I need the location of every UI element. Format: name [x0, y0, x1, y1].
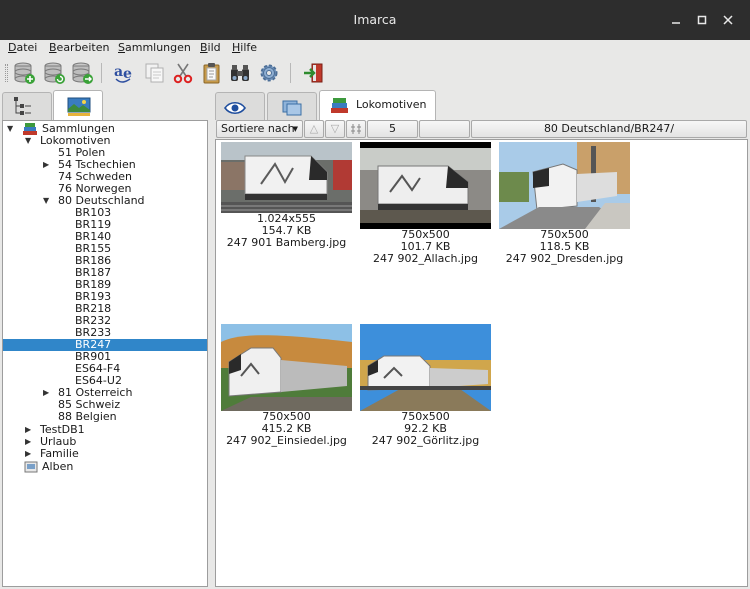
- collapsed-arrow-icon[interactable]: ▶: [43, 387, 49, 399]
- menu-bar: Datei Bearbeiten Sammlungen Bild Hilfe: [0, 40, 750, 58]
- expanded-arrow-icon[interactable]: ▼: [43, 195, 49, 207]
- collection-tree[interactable]: ▼ Sammlungen ▼ Lokomotiven 51 Polen ▶ 54…: [2, 120, 208, 587]
- books-icon: [331, 98, 348, 113]
- tab-files[interactable]: [267, 92, 317, 120]
- menu-hilfe[interactable]: Hilfe: [232, 41, 257, 54]
- thumbnail-item[interactable]: 750x500 415.2 KB 247 902_Einsiedel.jpg: [221, 324, 352, 447]
- up-triangle-icon: △: [309, 122, 319, 135]
- locomotive-photo-goerlitz[interactable]: [360, 324, 491, 411]
- toolbar-grip[interactable]: [5, 64, 8, 82]
- tree-node-testdb1[interactable]: ▶ TestDB1: [3, 424, 207, 436]
- image-filename: 247 902_Görlitz.jpg: [371, 434, 480, 447]
- album-view-icon: [67, 97, 91, 116]
- tree-node-familie[interactable]: ▶ Familie: [3, 448, 207, 460]
- title-bar: Imarca: [0, 0, 750, 40]
- album-icon: [24, 461, 38, 473]
- sort-dropdown[interactable]: Sortiere nach ▼: [216, 120, 303, 138]
- close-icon[interactable]: [720, 12, 736, 28]
- tab-lokomotiven-label: Lokomotiven: [356, 98, 427, 111]
- expanded-arrow-icon[interactable]: ▼: [25, 135, 31, 147]
- books-icon: [23, 123, 37, 135]
- eye-icon: [224, 101, 246, 115]
- settings-gear-icon[interactable]: [257, 61, 281, 85]
- image-filename: 247 902_Einsiedel.jpg: [226, 434, 347, 447]
- menu-bearbeiten[interactable]: Bearbeiten: [49, 41, 109, 54]
- svg-text:a: a: [114, 64, 123, 80]
- sort-ascending-button[interactable]: △: [304, 120, 324, 138]
- locomotive-photo-allach[interactable]: [360, 142, 491, 229]
- image-count-field: 5: [367, 120, 418, 138]
- database-add-icon[interactable]: [12, 61, 36, 85]
- locomotive-photo-einsiedel[interactable]: [221, 324, 352, 411]
- down-triangle-icon: ▽: [330, 122, 340, 135]
- menu-datei[interactable]: Datei: [8, 41, 37, 54]
- tree-node-lokomotiven[interactable]: ▼ Lokomotiven: [3, 135, 207, 147]
- svg-text:e: e: [123, 66, 132, 82]
- toolbar: ae: [0, 58, 750, 88]
- expanded-arrow-icon[interactable]: ▼: [7, 123, 13, 135]
- window-title: Imarca: [353, 12, 397, 27]
- paste-icon[interactable]: [200, 61, 224, 85]
- database-refresh-icon[interactable]: [42, 61, 66, 85]
- tree-node-belgien[interactable]: 88 Belgien: [3, 411, 207, 423]
- image-filename: 247 902_Dresden.jpg: [505, 252, 624, 265]
- copy-icon[interactable]: [143, 61, 167, 85]
- locomotive-photo-bamberg[interactable]: [221, 142, 352, 213]
- thumbnail-grid[interactable]: 1.024x555 154.7 KB 247 901 Bamberg.jpg 7…: [215, 139, 748, 587]
- tab-lokomotiven[interactable]: Lokomotiven: [319, 90, 436, 121]
- left-tab-bar: [0, 90, 208, 121]
- image-filename: 247 902_Allach.jpg: [373, 252, 478, 265]
- maximize-icon[interactable]: [694, 12, 710, 28]
- tab-viewer[interactable]: [215, 92, 265, 120]
- view-controls: Sortiere nach ▼ △ ▽ 5 80 Deutschland/BR2…: [215, 120, 750, 138]
- exit-icon[interactable]: [302, 61, 326, 85]
- thumbnail-item[interactable]: 750x500 101.7 KB 247 902_Allach.jpg: [360, 142, 491, 265]
- collapsed-arrow-icon[interactable]: ▶: [43, 159, 49, 171]
- tab-tree-view[interactable]: [2, 92, 52, 120]
- tree-node-alben[interactable]: Alben: [3, 461, 207, 473]
- menu-bild[interactable]: Bild: [200, 41, 221, 54]
- folder-images-icon: [282, 100, 302, 116]
- grid-icon: [351, 124, 361, 134]
- current-path-field: 80 Deutschland/BR247/: [471, 120, 747, 138]
- thumbnail-item[interactable]: 1.024x555 154.7 KB 247 901 Bamberg.jpg: [221, 142, 352, 249]
- spellcheck-icon[interactable]: ae: [113, 61, 137, 85]
- grid-size-button[interactable]: [346, 120, 366, 138]
- tree-node-urlaub[interactable]: ▶ Urlaub: [3, 436, 207, 448]
- toolbar-separator: [101, 63, 102, 83]
- dropdown-arrow-icon: ▼: [292, 125, 298, 133]
- binoculars-icon[interactable]: [228, 61, 252, 85]
- collapsed-arrow-icon[interactable]: ▶: [25, 448, 31, 460]
- image-filename: 247 901 Bamberg.jpg: [226, 236, 347, 249]
- collapsed-arrow-icon[interactable]: ▶: [25, 424, 31, 436]
- locomotive-photo-dresden[interactable]: [499, 142, 630, 229]
- toolbar-separator: [290, 63, 291, 83]
- collapsed-arrow-icon[interactable]: ▶: [25, 436, 31, 448]
- sort-descending-button[interactable]: ▽: [325, 120, 345, 138]
- tree-view-icon: [14, 97, 31, 115]
- cut-icon[interactable]: [171, 61, 195, 85]
- right-tab-bar: Lokomotiven: [214, 90, 750, 121]
- menu-sammlungen[interactable]: Sammlungen: [118, 41, 191, 54]
- empty-field: [419, 120, 470, 138]
- database-sync-icon[interactable]: [70, 61, 94, 85]
- thumbnail-item[interactable]: 750x500 92.2 KB 247 902_Görlitz.jpg: [360, 324, 491, 447]
- thumbnail-item[interactable]: 750x500 118.5 KB 247 902_Dresden.jpg: [499, 142, 630, 265]
- tab-album-view[interactable]: [53, 90, 103, 121]
- minimize-icon[interactable]: [668, 12, 684, 28]
